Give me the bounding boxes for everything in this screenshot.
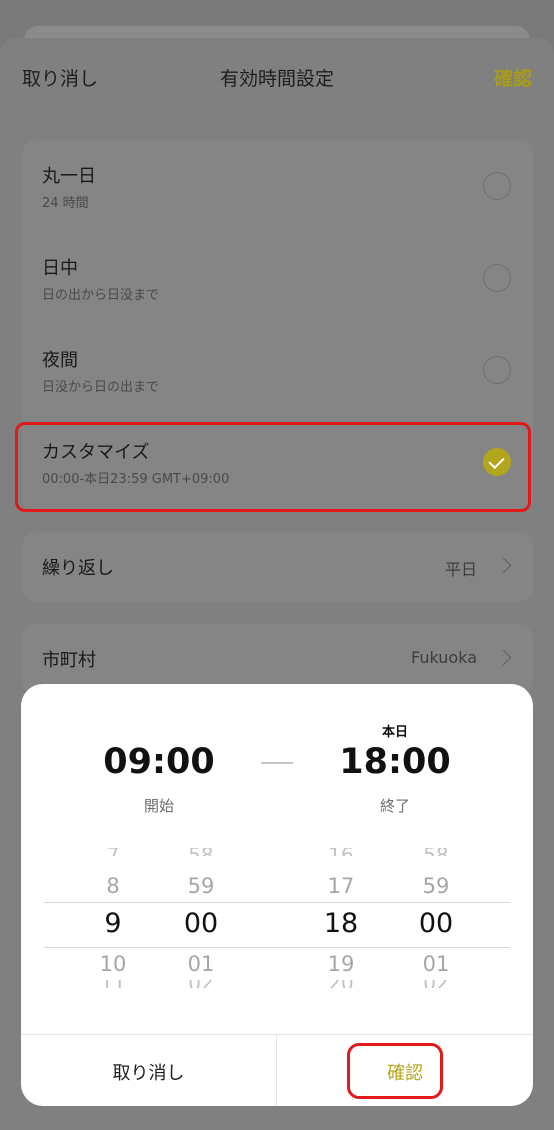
option-daytime[interactable]: 日中 日の出から日没まで — [22, 232, 533, 324]
option-night[interactable]: 夜間 日没から日の出まで — [22, 324, 533, 416]
radio-unchecked-icon[interactable] — [483, 172, 511, 200]
chevron-right-icon — [495, 649, 512, 666]
confirm-highlight-box — [347, 1043, 443, 1099]
wheel-ghost-item: 20 — [301, 980, 381, 988]
wheel-selected-item[interactable]: 9 — [73, 908, 153, 939]
city-value: Fukuoka — [411, 648, 477, 667]
option-all-day[interactable]: 丸一日 24 時間 — [22, 140, 533, 232]
wheel-item[interactable]: 59 — [161, 874, 241, 898]
dialog-footer: 取り消し 確認 — [21, 1034, 533, 1106]
wheel-ghost-item: 7 — [73, 848, 153, 856]
radio-unchecked-icon[interactable] — [483, 356, 511, 384]
end-day-label: 本日 — [381, 725, 408, 740]
wheel-item[interactable]: 10 — [73, 952, 153, 976]
start-time-display[interactable]: 09:00 — [79, 742, 239, 782]
wheel-item[interactable]: 8 — [73, 874, 153, 898]
start-minute-wheel[interactable]: 58 59 00 01 02 — [161, 844, 241, 994]
wheel-item[interactable]: 17 — [301, 874, 381, 898]
page-title: 有効時間設定 — [219, 68, 334, 90]
wheel-selected-item[interactable]: 00 — [396, 908, 476, 939]
option-label: 丸一日 — [42, 166, 96, 187]
repeat-value: 平日 — [444, 560, 477, 579]
option-description: 24 時間 — [42, 196, 89, 211]
chevron-right-icon — [495, 557, 512, 574]
header-confirm-button[interactable]: 確認 — [494, 64, 532, 91]
repeat-row[interactable]: 繰り返し 平日 — [22, 532, 533, 602]
customize-highlight-box — [15, 422, 531, 512]
wheel-item[interactable]: 59 — [396, 874, 476, 898]
dialog-cancel-button[interactable]: 取り消し — [21, 1059, 276, 1085]
wheel-ghost-item: 58 — [396, 848, 476, 856]
wheel-ghost-item: 02 — [396, 980, 476, 988]
radio-unchecked-icon[interactable] — [483, 264, 511, 292]
end-hour-wheel[interactable]: 16 17 18 19 20 — [301, 844, 381, 994]
repeat-label: 繰り返し — [42, 558, 114, 579]
range-dash — [261, 762, 293, 764]
option-description: 日没から日の出まで — [42, 380, 160, 395]
end-label: 終了 — [379, 797, 410, 815]
end-time-display[interactable]: 18:00 — [315, 742, 475, 782]
start-label: 開始 — [143, 797, 174, 815]
wheel-ghost-item: 02 — [161, 980, 241, 988]
wheel-item[interactable]: 19 — [301, 952, 381, 976]
city-label: 市町村 — [42, 650, 96, 671]
wheel-selected-item[interactable]: 00 — [161, 908, 241, 939]
wheel-ghost-item: 11 — [73, 980, 153, 988]
start-hour-wheel[interactable]: 7 8 9 10 11 — [73, 844, 153, 994]
wheel-item[interactable]: 01 — [161, 952, 241, 976]
wheel-item[interactable]: 01 — [396, 952, 476, 976]
time-picker-dialog: 本日 09:00 18:00 開始 終了 7 8 9 10 11 58 59 0… — [21, 684, 533, 1106]
wheel-ghost-item: 58 — [161, 848, 241, 856]
option-description: 日の出から日没まで — [42, 288, 160, 303]
option-label: 日中 — [42, 258, 78, 279]
sheet-header: 取り消し 有効時間設定 確認 — [0, 58, 554, 94]
wheel-selected-item[interactable]: 18 — [301, 908, 381, 939]
end-minute-wheel[interactable]: 58 59 00 01 02 — [396, 844, 476, 994]
wheel-ghost-item: 16 — [301, 848, 381, 856]
option-label: 夜間 — [42, 350, 78, 371]
